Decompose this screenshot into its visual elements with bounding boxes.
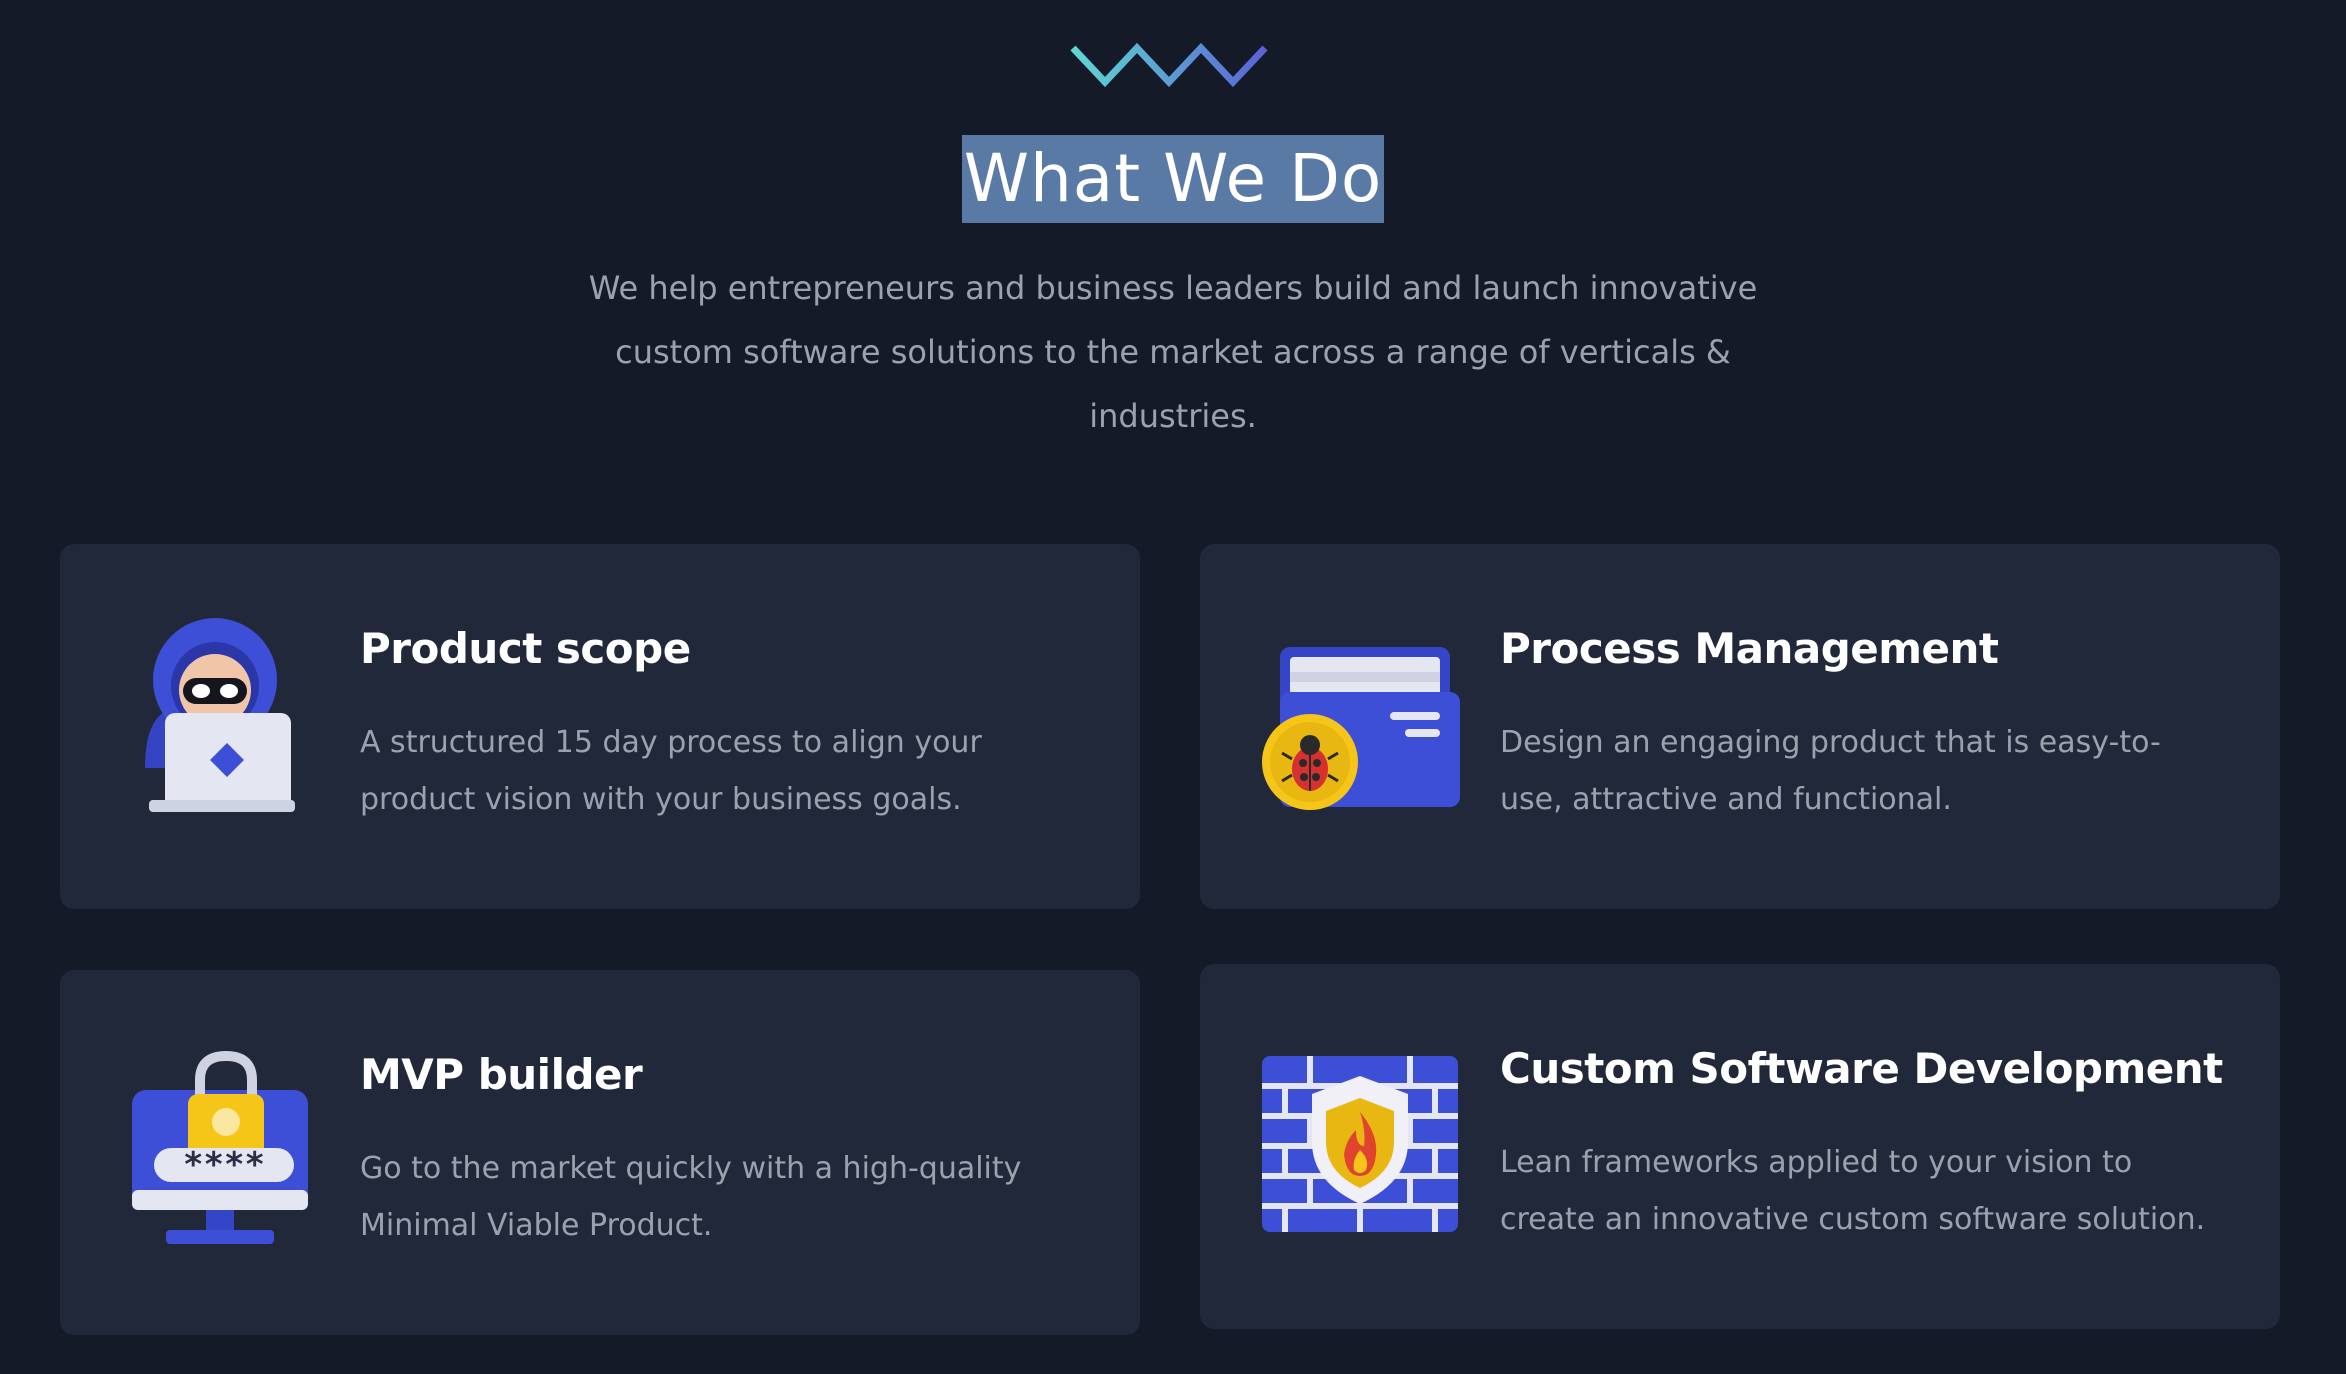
card-description: A structured 15 day process to align you… [360, 725, 982, 817]
wave-decoration-icon [1070, 42, 1268, 88]
card-title: MVP builder [360, 1050, 643, 1099]
section-intro: We help entrepreneurs and business leade… [588, 269, 1758, 435]
card-description: Go to the market quickly with a high-qua… [360, 1151, 1022, 1243]
folder-bug-icon [1262, 647, 1460, 810]
section-title: What We Do [961, 135, 1385, 223]
section-header: What We Do [0, 135, 2346, 223]
password-mask-text: **** [183, 1145, 265, 1185]
service-card-mvp-builder[interactable]: **** MVP builder Go to the market quickl… [60, 970, 1140, 1335]
service-card-custom-software-development[interactable]: Custom Software Development Lean framewo… [1200, 964, 2280, 1329]
firewall-shield-icon [1262, 1056, 1458, 1232]
card-title: Process Management [1500, 624, 1999, 673]
card-title: Product scope [360, 624, 691, 673]
card-description: Lean frameworks applied to your vision t… [1500, 1145, 2206, 1237]
card-description: Design an engaging product that is easy-… [1500, 725, 2161, 817]
service-card-process-management[interactable]: Process Management Design an engaging pr… [1200, 544, 2280, 909]
card-title: Custom Software Development [1500, 1044, 2223, 1093]
hooded-hacker-laptop-icon [145, 618, 295, 812]
monitor-password-lock-icon: **** [132, 1050, 308, 1244]
service-card-product-scope[interactable]: Product scope A structured 15 day proces… [60, 544, 1140, 909]
